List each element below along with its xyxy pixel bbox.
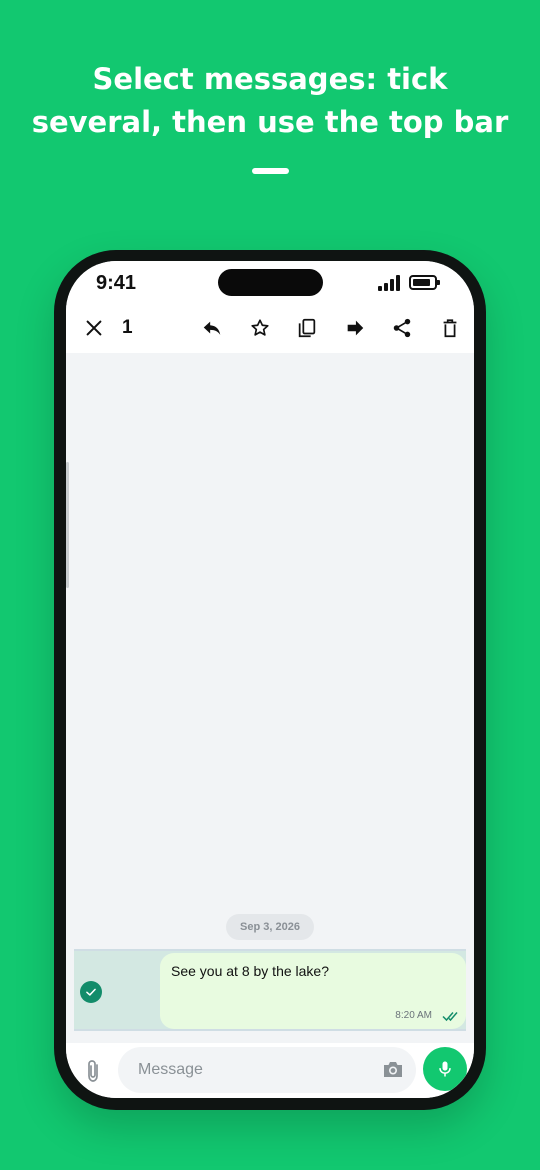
star-icon[interactable] bbox=[248, 316, 272, 340]
selected-message-row[interactable]: See you at 8 by the lake? 8:20 AM bbox=[74, 949, 466, 1031]
message-composer: Message bbox=[66, 1043, 474, 1098]
selection-action-bar: 1 bbox=[66, 305, 474, 353]
phone-side-button bbox=[66, 462, 69, 588]
copy-icon[interactable] bbox=[295, 316, 319, 340]
headline-line-1: Select messages: tick bbox=[92, 62, 448, 96]
close-icon[interactable] bbox=[82, 316, 106, 340]
camera-icon[interactable] bbox=[382, 1059, 404, 1079]
message-input-placeholder: Message bbox=[138, 1061, 203, 1078]
chat-area[interactable]: Sep 3, 2026 See you at 8 by the lake? 8:… bbox=[66, 353, 474, 1043]
reply-icon[interactable] bbox=[200, 316, 224, 340]
battery-icon bbox=[409, 275, 440, 290]
paperclip-icon[interactable] bbox=[82, 1059, 104, 1083]
forward-icon[interactable] bbox=[343, 316, 367, 340]
signal-icon bbox=[378, 275, 400, 291]
headline-line-2: several, then use the top bar bbox=[31, 105, 509, 139]
status-time: 9:41 bbox=[96, 272, 137, 294]
message-time: 8:20 AM bbox=[395, 1010, 432, 1021]
status-bar: 9:41 bbox=[66, 261, 474, 305]
double-check-icon bbox=[442, 1012, 458, 1022]
outgoing-message-bubble[interactable]: See you at 8 by the lake? 8:20 AM bbox=[160, 953, 466, 1029]
page-headline: Select messages: tick several, then use … bbox=[0, 58, 540, 144]
date-chip: Sep 3, 2026 bbox=[226, 914, 314, 940]
selected-count: 1 bbox=[122, 317, 133, 338]
delete-icon[interactable] bbox=[438, 316, 462, 340]
message-text: See you at 8 by the lake? bbox=[171, 963, 329, 979]
headline-divider bbox=[252, 168, 289, 174]
mic-icon bbox=[439, 1061, 451, 1077]
dynamic-island bbox=[218, 269, 323, 296]
phone-screen: 9:41 1 Sep 3, 2026 See you at 8 by the l… bbox=[66, 261, 474, 1098]
mic-button[interactable] bbox=[423, 1047, 467, 1091]
share-icon[interactable] bbox=[390, 316, 414, 340]
message-input[interactable]: Message bbox=[118, 1047, 416, 1093]
selected-check-icon[interactable] bbox=[80, 981, 102, 1003]
